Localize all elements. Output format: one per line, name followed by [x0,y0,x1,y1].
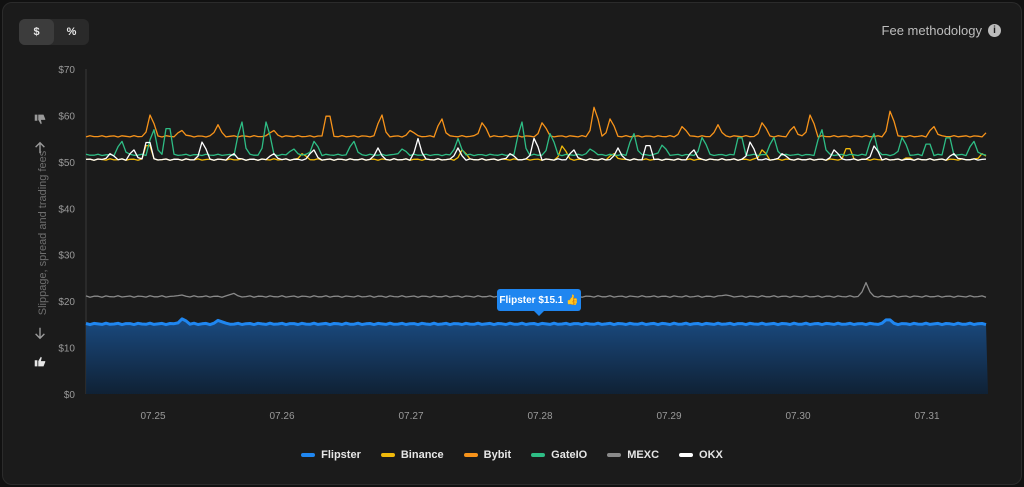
series-line-okx [85,137,987,161]
legend-swatch [531,453,546,457]
y-tick-label: $50 [58,158,75,169]
line-chart: $0$10$20$30$40$50$60$70 07.25 07.26 07.27 0… [58,65,988,422]
y-tick-label: $60 [58,111,75,122]
x-tick-label: 07.27 [398,411,423,422]
y-tick-label: $30 [58,251,75,262]
chart-panel: $ % Fee methodology i Slippage, spread a… [2,2,1022,485]
legend-swatch [679,453,694,457]
x-axis-ticks: 07.25 07.26 07.27 07.28 07.29 07.30 07.31 [140,411,939,422]
legend-swatch [301,453,316,457]
legend-label: MEXC [627,449,660,461]
x-tick-label: 07.28 [527,411,552,422]
y-tick-label: $10 [58,344,75,355]
y-tick-label: $40 [58,204,75,215]
series-line-bybit [85,106,987,138]
legend-swatch [380,453,395,457]
legend-label: Binance [400,449,444,461]
chart-legend: Flipster Binance Bybit GateIO MEXC OKX [3,449,1021,461]
legend-swatch [463,453,478,457]
legend-item-flipster[interactable]: Flipster [301,449,361,461]
legend-swatch [607,453,622,457]
legend-label: Flipster [321,449,361,461]
legend-item-binance[interactable]: Binance [380,449,444,461]
series-area-flipster [86,318,988,394]
x-tick-label: 07.30 [785,411,810,422]
legend-item-mexc[interactable]: MEXC [607,449,659,461]
legend-item-bybit[interactable]: Bybit [463,449,512,461]
series-layer [85,106,988,394]
legend-label: OKX [699,449,723,461]
x-tick-label: 07.26 [269,411,294,422]
flipster-tooltip: Flipster $15.1 👍 [497,289,581,316]
x-tick-label: 07.29 [656,411,681,422]
y-tick-label: $20 [58,297,75,308]
y-tick-label: $0 [64,390,76,401]
series-line-binance [85,144,987,161]
legend-label: GateIO [551,449,588,461]
y-tick-label: $70 [58,65,75,76]
y-axis-ticks: $0 $10 $20 $30 $40 $50 $60 $70 [58,65,87,401]
x-tick-label: 07.25 [140,411,165,422]
legend-item-gateio[interactable]: GateIO [531,449,587,461]
legend-label: Bybit [483,449,512,461]
x-tick-label: 07.31 [914,411,939,422]
legend-item-okx[interactable]: OKX [679,449,723,461]
